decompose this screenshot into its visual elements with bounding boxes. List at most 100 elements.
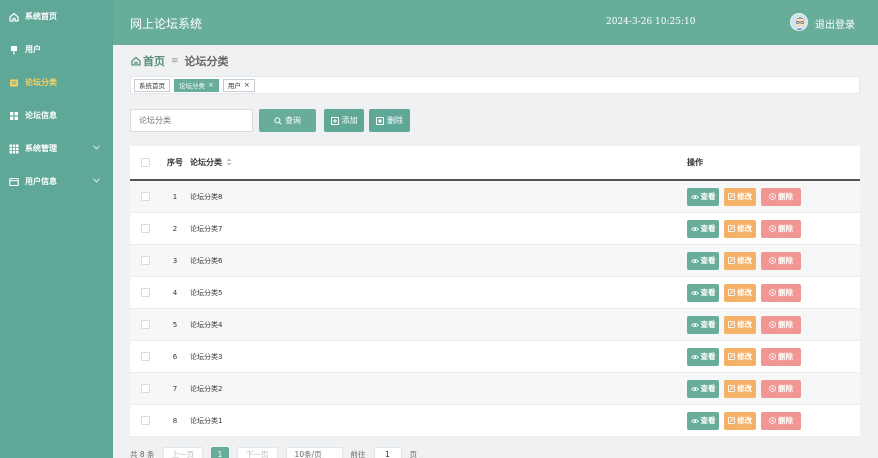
view-button[interactable]: 查看 — [687, 379, 719, 398]
add-button[interactable]: 添加 — [324, 109, 364, 132]
top-header: 网上论坛系统 2024-3-26 10:25:10 退出登录 — [113, 0, 878, 45]
edit-button[interactable]: 修改 — [724, 379, 756, 398]
delete-icon — [769, 417, 776, 424]
prev-page-button[interactable]: 上一页 — [162, 447, 204, 458]
delete-button[interactable]: 删除 — [761, 187, 801, 206]
delete-icon — [769, 385, 776, 392]
logout-link[interactable]: 退出登录 — [815, 16, 855, 31]
edit-button[interactable]: 修改 — [724, 315, 756, 334]
view-button[interactable]: 查看 — [687, 283, 719, 302]
row-checkbox[interactable] — [140, 416, 150, 425]
home-icon — [9, 12, 19, 22]
main-content: 首页 ≡ 论坛分类 系统首页 论坛分类 × 用户 × 查询 添加 删除 — [113, 45, 878, 458]
grid-icon — [9, 111, 19, 121]
eye-icon — [690, 290, 699, 296]
edit-button[interactable]: 修改 — [724, 347, 756, 366]
edit-icon — [728, 257, 735, 264]
delete-button[interactable]: 删除 — [761, 283, 801, 302]
tab-label: 用户 — [227, 82, 241, 90]
view-button-label: 查看 — [700, 288, 716, 297]
search-input[interactable] — [130, 109, 253, 132]
row-checkbox[interactable] — [140, 192, 150, 201]
pagination: 共 8 条 上一页 1 下一页 10条/页 前往 1 页 — [130, 447, 417, 458]
delete-button[interactable]: 删除 — [761, 347, 801, 366]
close-icon[interactable]: × — [244, 81, 250, 89]
avatar[interactable] — [790, 13, 808, 31]
table-row: 5 论坛分类4 查看 修改 删除 — [130, 309, 860, 341]
row-checkbox[interactable] — [140, 320, 150, 329]
edit-button[interactable]: 修改 — [724, 187, 756, 206]
delete-button-label: 删除 — [778, 352, 793, 361]
folder-icon — [9, 78, 19, 88]
edit-button[interactable]: 修改 — [724, 411, 756, 430]
row-checkbox[interactable] — [140, 384, 150, 393]
sidebar: 系统首页 用户 论坛分类 论坛信息 系统管理 用户信息 — [0, 0, 113, 458]
eye-icon — [690, 194, 699, 200]
row-name: 论坛分类1 — [190, 416, 223, 425]
delete-button[interactable]: 删除 — [761, 411, 801, 430]
row-checkbox[interactable] — [140, 288, 150, 297]
breadcrumb-home[interactable]: 首页 — [143, 53, 165, 69]
view-button[interactable]: 查看 — [687, 411, 719, 430]
table-row: 7 论坛分类2 查看 修改 删除 — [130, 373, 860, 405]
sidebar-item-user[interactable]: 用户 — [0, 33, 113, 66]
view-button[interactable]: 查看 — [687, 219, 719, 238]
view-button-label: 查看 — [700, 192, 716, 201]
edit-button-label: 修改 — [737, 256, 752, 265]
goto-page-input[interactable]: 1 — [373, 447, 402, 458]
view-button[interactable]: 查看 — [687, 187, 719, 206]
delete-button-label: 删除 — [778, 224, 793, 233]
row-index: 7 — [172, 384, 178, 393]
edit-button[interactable]: 修改 — [724, 251, 756, 270]
view-button[interactable]: 查看 — [687, 315, 719, 334]
batch-delete-button[interactable]: 删除 — [369, 109, 410, 132]
row-index: 1 — [172, 192, 178, 201]
delete-button[interactable]: 删除 — [761, 379, 801, 398]
delete-button[interactable]: 删除 — [761, 219, 801, 238]
delete-button-label: 删除 — [778, 192, 793, 201]
table-row: 2 论坛分类7 查看 修改 删除 — [130, 213, 860, 245]
app-title: 网上论坛系统 — [130, 17, 203, 31]
sidebar-item-user-info[interactable]: 用户信息 — [0, 165, 113, 198]
page-number-current[interactable]: 1 — [211, 447, 230, 458]
table-header: 序号 论坛分类 操作 — [130, 146, 860, 181]
sidebar-item-home[interactable]: 系统首页 — [0, 0, 113, 33]
delete-button[interactable]: 删除 — [761, 251, 801, 270]
edit-button[interactable]: 修改 — [724, 219, 756, 238]
edit-icon — [728, 225, 735, 232]
row-index: 4 — [172, 288, 178, 297]
tab-system-home[interactable]: 系统首页 — [134, 78, 170, 92]
query-button-label: 查询 — [285, 116, 301, 125]
sidebar-item-forum-category[interactable]: 论坛分类 — [0, 66, 113, 99]
page-size-select[interactable]: 10条/页 — [285, 447, 343, 458]
select-all-checkbox[interactable] — [140, 158, 150, 167]
column-header-name[interactable]: 论坛分类 — [190, 157, 687, 168]
plus-box-icon — [330, 116, 339, 125]
row-checkbox[interactable] — [140, 352, 150, 361]
sidebar-item-system[interactable]: 系统管理 — [0, 132, 113, 165]
edit-button[interactable]: 修改 — [724, 283, 756, 302]
delete-button-label: 删除 — [778, 320, 793, 329]
edit-button-label: 修改 — [737, 416, 752, 425]
view-button[interactable]: 查看 — [687, 347, 719, 366]
column-header-name-label: 论坛分类 — [190, 158, 222, 167]
edit-icon — [728, 353, 735, 360]
table-row: 4 论坛分类5 查看 修改 删除 — [130, 277, 860, 309]
delete-button[interactable]: 删除 — [761, 315, 801, 334]
edit-icon — [728, 417, 735, 424]
delete-button-label: 删除 — [778, 384, 793, 393]
view-button[interactable]: 查看 — [687, 251, 719, 270]
apps-icon — [9, 144, 19, 154]
row-checkbox[interactable] — [140, 224, 150, 233]
row-name: 论坛分类3 — [190, 352, 223, 361]
tab-forum-category[interactable]: 论坛分类 × — [174, 78, 219, 92]
close-icon[interactable]: × — [208, 81, 214, 89]
breadcrumb-separator-icon: ≡ — [171, 56, 179, 66]
next-page-button[interactable]: 下一页 — [237, 447, 278, 458]
sort-icon[interactable] — [226, 158, 232, 168]
row-checkbox[interactable] — [140, 256, 150, 265]
delete-icon — [769, 289, 776, 296]
tab-user[interactable]: 用户 × — [222, 78, 255, 92]
query-button[interactable]: 查询 — [259, 109, 316, 132]
sidebar-item-forum-info[interactable]: 论坛信息 — [0, 99, 113, 132]
